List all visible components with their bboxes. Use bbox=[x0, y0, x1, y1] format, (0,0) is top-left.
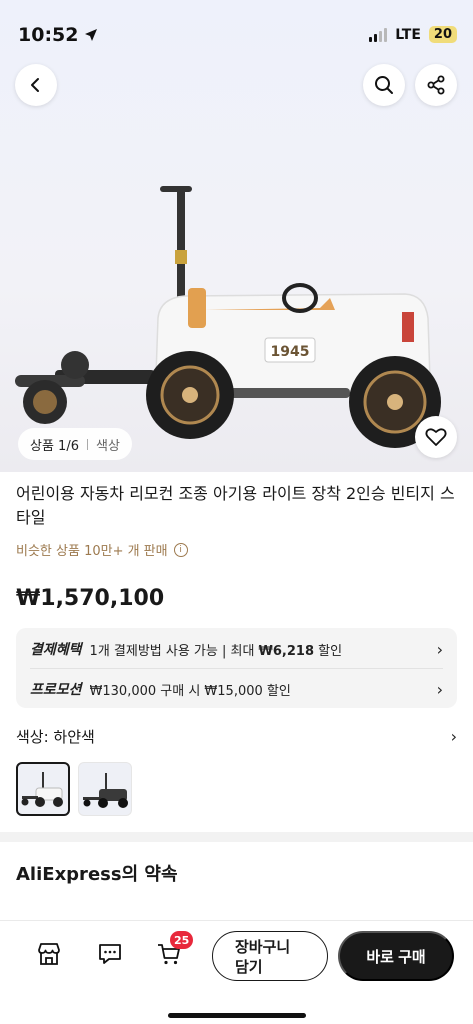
store-button[interactable] bbox=[34, 939, 64, 969]
heart-icon bbox=[425, 428, 447, 446]
promotion-row[interactable]: 프로모션 ₩130,000 구매 시 ₩15,000 할인 › bbox=[30, 672, 443, 706]
payment-benefit-text: 1개 결제방법 사용 가능 | 최대 ₩6,218 할인 bbox=[90, 640, 437, 659]
back-button[interactable] bbox=[15, 64, 57, 106]
section-divider bbox=[0, 832, 473, 842]
color-thumbnails bbox=[16, 762, 132, 816]
color-thumbnail-white[interactable] bbox=[16, 762, 70, 816]
color-option-row[interactable]: 색상: 하얀색 › bbox=[16, 724, 457, 748]
location-arrow-icon bbox=[85, 29, 98, 41]
chevron-right-icon: › bbox=[436, 679, 443, 699]
sold-count-text: 비슷한 상품 10만+ 개 판매 bbox=[16, 544, 168, 559]
divider bbox=[86, 438, 88, 450]
color-option-label: 색상: 하얀색 bbox=[16, 727, 95, 746]
status-time: 10:52 bbox=[18, 24, 79, 46]
color-thumbnail-black[interactable] bbox=[78, 762, 132, 816]
bottom-action-bar: 25 장바구니 담기 바로 구매 bbox=[0, 920, 473, 1024]
home-indicator bbox=[168, 1013, 306, 1018]
battery-icon: 20 bbox=[428, 26, 457, 43]
network-label: LTE bbox=[395, 26, 421, 43]
product-image-gallery[interactable]: 1945 bbox=[0, 0, 473, 472]
add-to-cart-button[interactable]: 장바구니 담기 bbox=[212, 931, 328, 981]
share-icon bbox=[427, 75, 445, 95]
image-counter-badge: 상품 1/6 색상 bbox=[18, 428, 132, 460]
chevron-left-icon bbox=[31, 78, 39, 92]
product-price: ₩1,570,100 bbox=[16, 586, 165, 611]
payment-method-count: 1 bbox=[89, 643, 98, 659]
chevron-right-icon: › bbox=[450, 726, 457, 746]
image-counter-tag: 색상 bbox=[95, 438, 120, 454]
info-icon[interactable]: i bbox=[173, 542, 188, 557]
promotion-text: ₩130,000 구매 시 ₩15,000 할인 bbox=[89, 683, 291, 699]
chat-button[interactable] bbox=[95, 939, 125, 969]
thumbnail-white-car-image bbox=[21, 772, 63, 807]
payment-text-suffix: 할인 bbox=[314, 643, 343, 659]
sold-count-row[interactable]: 비슷한 상품 10만+ 개 판매 i bbox=[16, 540, 188, 559]
payment-benefit-row[interactable]: 결제혜택 1개 결제방법 사용 가능 | 최대 ₩6,218 할인 › bbox=[30, 632, 443, 666]
product-photo-ride-on-car: 1945 bbox=[15, 186, 441, 448]
divider bbox=[30, 668, 443, 669]
signal-icon bbox=[369, 27, 388, 42]
product-title: 어린이용 자동차 리모컨 조종 아기용 라이트 장착 2인승 빈티지 스타일 bbox=[16, 484, 455, 527]
payment-discount-amount: ₩6,218 bbox=[258, 643, 315, 659]
search-button[interactable] bbox=[363, 64, 405, 106]
buy-now-button[interactable]: 바로 구매 bbox=[338, 931, 454, 981]
promotion-label: 프로모션 bbox=[30, 682, 82, 698]
aliexpress-promise-title: AliExpress의 약속 bbox=[16, 864, 178, 885]
status-indicators: LTE 20 bbox=[369, 26, 457, 43]
image-counter-text: 상품 1/6 bbox=[30, 438, 79, 454]
wishlist-button[interactable] bbox=[415, 416, 457, 458]
status-bar: 10:52 LTE 20 bbox=[0, 0, 473, 70]
payment-benefit-label: 결제혜택 bbox=[30, 642, 82, 658]
benefits-box: 결제혜택 1개 결제방법 사용 가능 | 최대 ₩6,218 할인 › 프로모션… bbox=[16, 628, 457, 708]
chevron-right-icon: › bbox=[436, 639, 443, 659]
thumbnail-black-car-image bbox=[83, 773, 128, 808]
car-plate-text: 1945 bbox=[271, 344, 310, 360]
chat-icon bbox=[99, 944, 121, 964]
payment-text-part: 개 결제방법 사용 가능 | 최대 bbox=[97, 643, 259, 659]
cart-count-badge: 25 bbox=[170, 931, 194, 949]
status-time-group: 10:52 bbox=[18, 24, 98, 46]
search-icon bbox=[375, 76, 393, 94]
store-icon bbox=[38, 943, 60, 965]
share-button[interactable] bbox=[415, 64, 457, 106]
